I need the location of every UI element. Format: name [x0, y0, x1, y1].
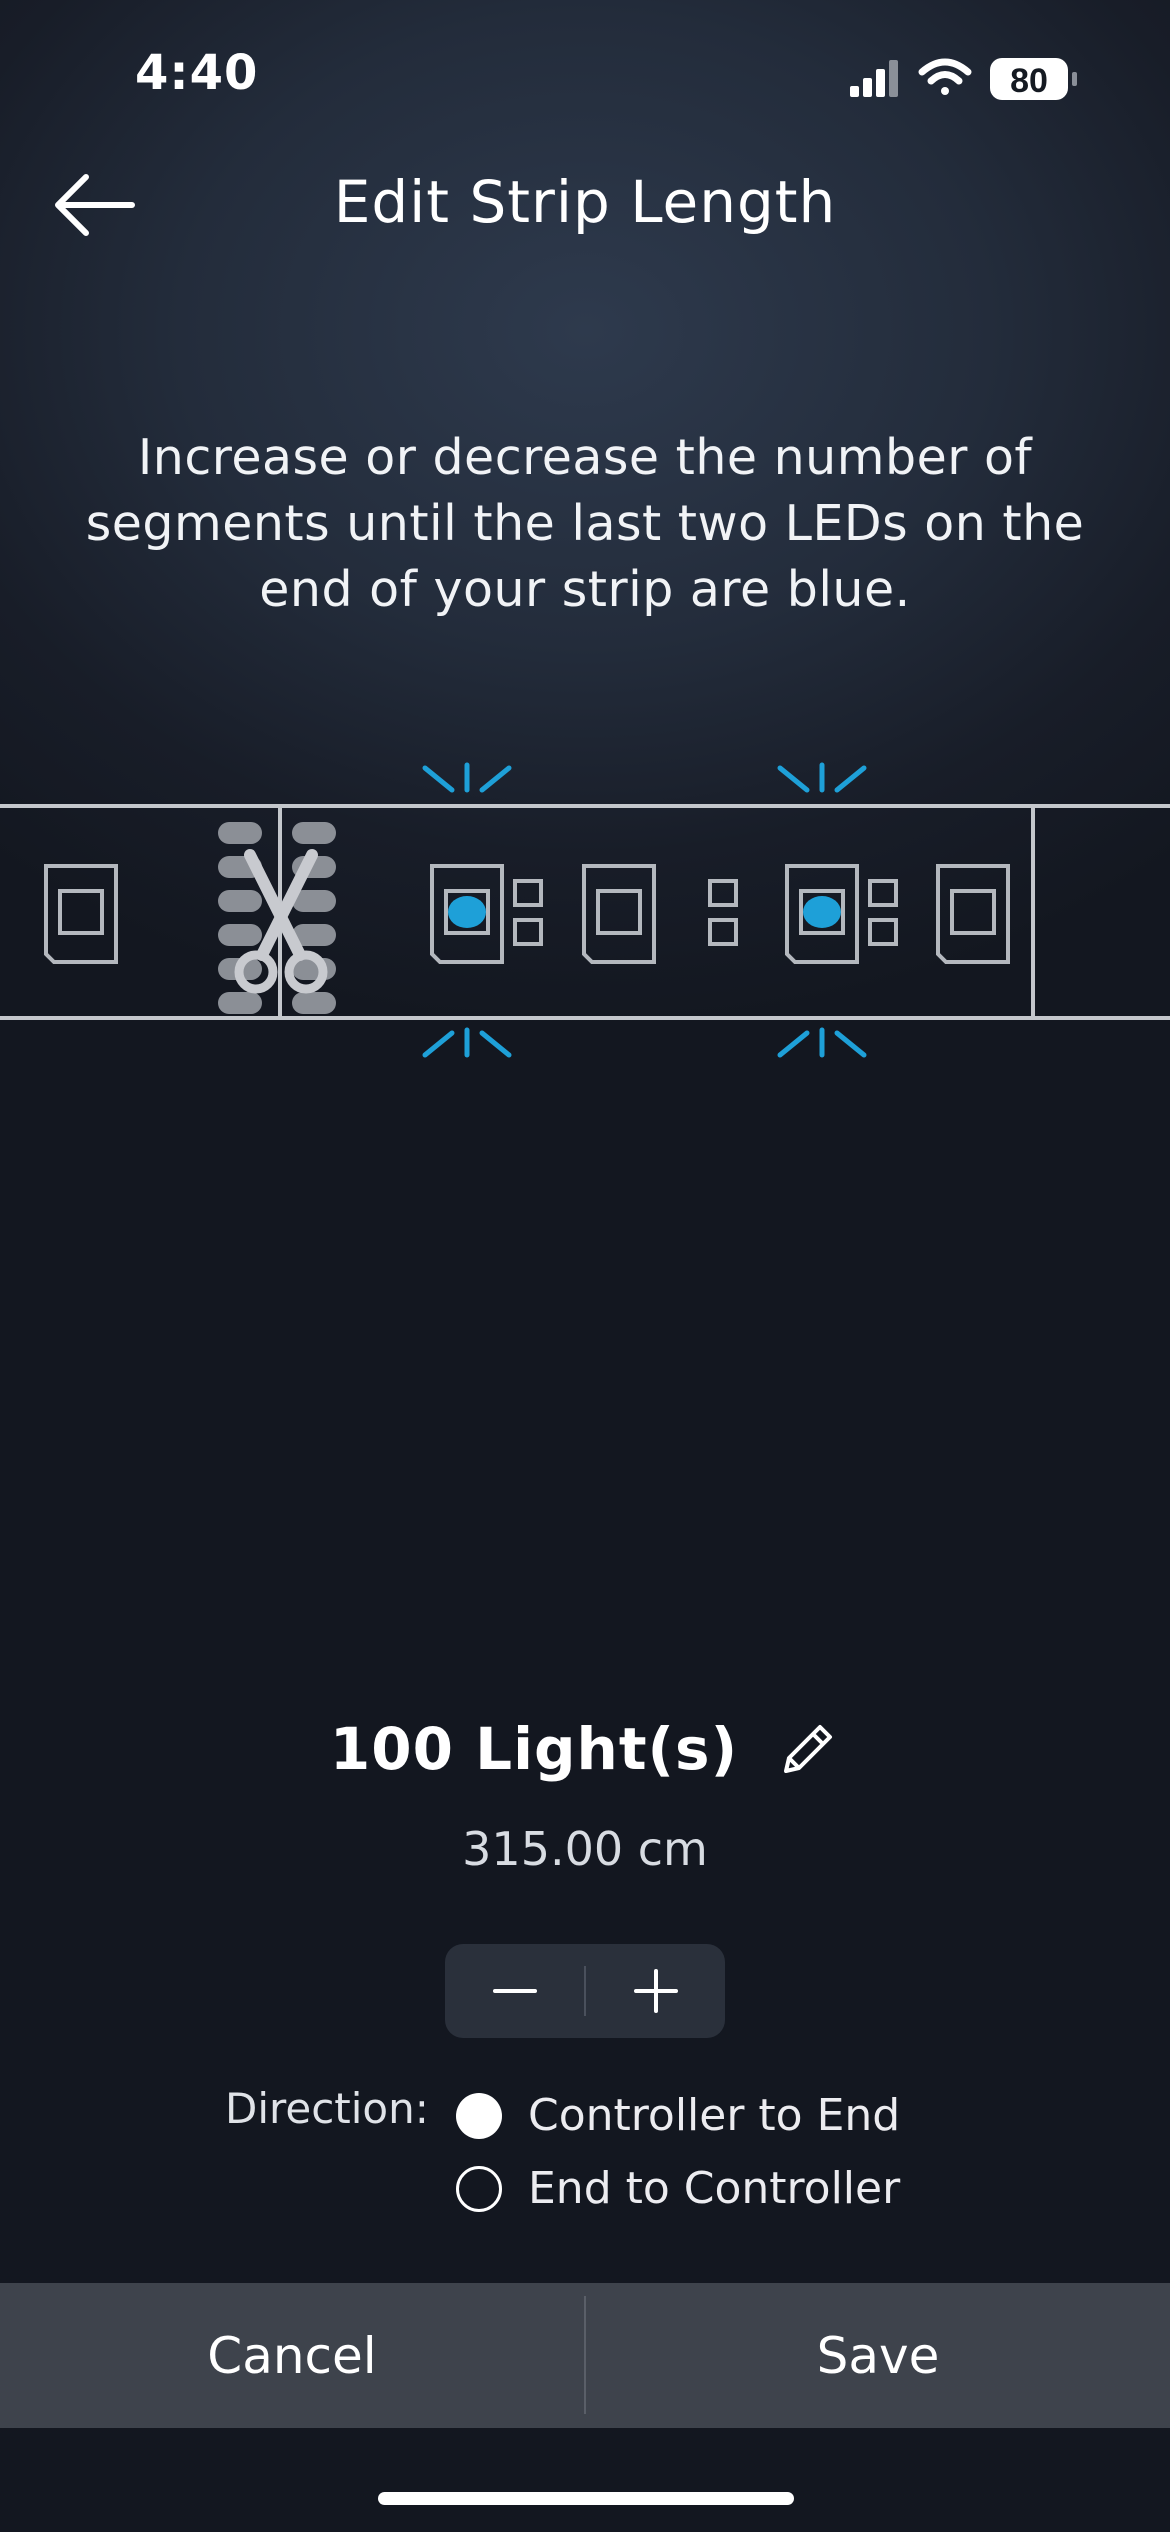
led-glow-rays — [422, 762, 867, 1058]
direction-option-label: End to Controller — [528, 2163, 901, 2214]
direction-option-label: Controller to End — [528, 2090, 901, 2141]
signal-icon — [850, 60, 898, 97]
status-icons-svg: 80 — [850, 58, 1077, 100]
home-indicator[interactable] — [378, 2492, 794, 2505]
status-icons: 80 — [850, 50, 1170, 110]
led-chip-2 — [582, 864, 656, 964]
decrement-button[interactable] — [445, 1944, 584, 2038]
radio-unselected[interactable] — [456, 2165, 502, 2212]
led-chip-3 — [936, 864, 1010, 964]
battery-level: 80 — [1010, 62, 1048, 100]
instructions-text: Increase or decrease the number of segme… — [85, 429, 1085, 618]
pencil-icon[interactable] — [776, 1717, 840, 1781]
cancel-button[interactable]: Cancel — [0, 2283, 584, 2428]
resistor-3 — [868, 879, 898, 946]
status-time: 4:40 — [135, 45, 259, 101]
segment-stepper — [445, 1944, 725, 2038]
plus-icon — [633, 1969, 678, 2013]
save-button[interactable]: Save — [586, 2283, 1170, 2428]
direction-option-controller-to-end[interactable]: Controller to End — [456, 2090, 900, 2141]
led-strip-illustration — [0, 762, 1170, 1058]
wifi-icon — [918, 58, 972, 95]
led-chip-1 — [44, 864, 118, 964]
minus-icon — [492, 1989, 537, 1993]
direction-option-end-to-controller[interactable]: End to Controller — [456, 2163, 900, 2214]
resistor-2 — [708, 879, 738, 946]
light-count: 100 Light(s) — [329, 1715, 739, 1783]
page-title: Edit Strip Length — [333, 168, 837, 236]
battery-icon: 80 — [990, 58, 1077, 100]
strip-length: 315.00 cm — [462, 1822, 708, 1876]
led-chip-blue-2 — [785, 864, 859, 964]
direction-label: Direction: — [225, 2084, 429, 2133]
increment-button[interactable] — [586, 1944, 725, 2038]
light-count-row: 100 Light(s) — [0, 1715, 1170, 1783]
resistor-1 — [513, 879, 543, 946]
bottom-action-bar: Cancel Save — [0, 2283, 1170, 2428]
radio-selected[interactable] — [456, 2092, 502, 2139]
led-chip-blue-1 — [430, 864, 504, 964]
